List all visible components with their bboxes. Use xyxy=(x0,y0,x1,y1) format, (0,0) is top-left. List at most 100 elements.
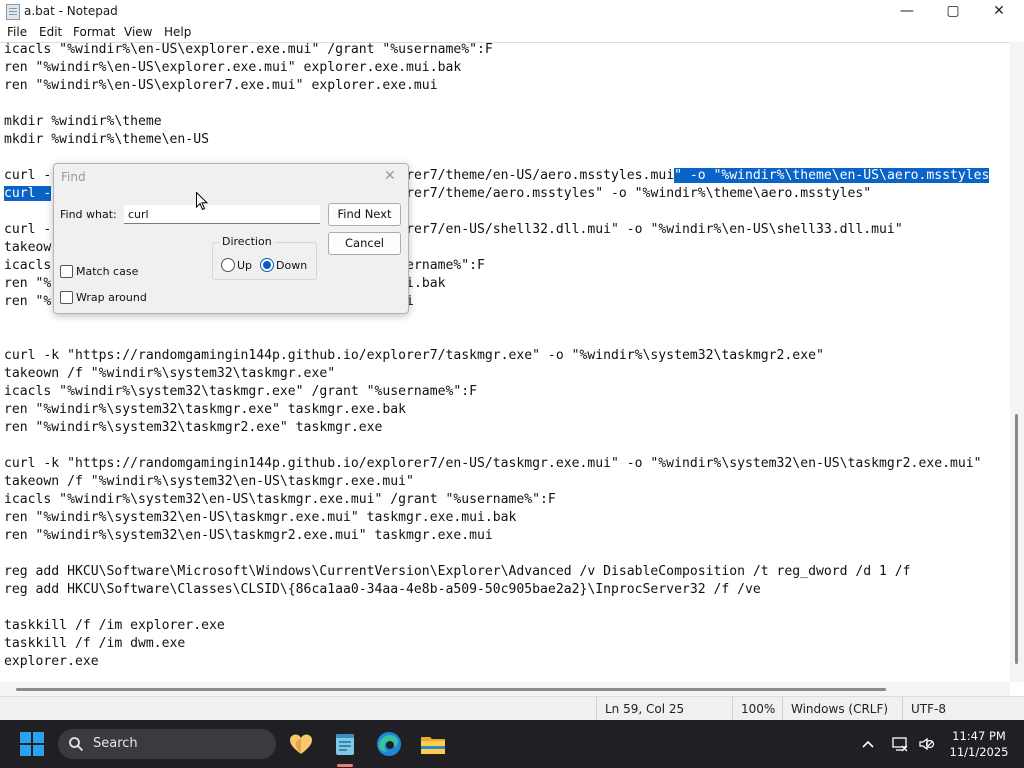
editor-line[interactable]: takeow xyxy=(4,239,51,257)
editor-line[interactable]: curl -k "https://randomgamingin144p.gith… xyxy=(4,347,824,365)
clock[interactable]: 11:47 PM 11/1/2025 xyxy=(946,728,1012,760)
editor-line[interactable]: takeown /f "%windir%\system32\taskmgr.ex… xyxy=(4,365,335,383)
line-text: icacls "%windir%\system32\taskmgr.exe" /… xyxy=(4,384,477,399)
line-text: icacls "%windir%\system32\en-US\taskmgr.… xyxy=(4,492,556,507)
line-text: ren "%windir%\system32\taskmgr2.exe" tas… xyxy=(4,420,383,435)
direction-down-radio[interactable] xyxy=(260,258,274,272)
find-what-label: Find what: xyxy=(60,208,117,221)
menu-format[interactable]: Format xyxy=(73,25,115,39)
line-text: reg add HKCU\Software\Microsoft\Windows\… xyxy=(4,564,911,579)
selected-text: " -o "%windir%\theme\en-US\aero.msstyles xyxy=(674,168,990,183)
notepad-icon[interactable] xyxy=(331,730,359,758)
wrap-around-checkbox[interactable] xyxy=(60,291,73,304)
network-icon[interactable] xyxy=(891,735,909,753)
line-text: ren "%windir%\system32\en-US\taskmgr2.ex… xyxy=(4,528,493,543)
line-text: ren "%windir%\en-US\explorer7.exe.mui" e… xyxy=(4,78,438,93)
edge-icon[interactable] xyxy=(375,730,403,758)
title-bar: a.bat - Notepad — ▢ ✕ xyxy=(0,0,1024,22)
line-text: icacls xyxy=(4,258,52,273)
menu-view[interactable]: View xyxy=(124,25,152,39)
editor-line[interactable]: ren "%windir%\system32\en-US\taskmgr2.ex… xyxy=(4,527,493,545)
taskbar: Search 11:47 PM 11/1/2025 xyxy=(0,720,1024,768)
line-text: mkdir %windir%\theme\en-US xyxy=(4,132,209,147)
notepad-app-icon xyxy=(6,4,20,20)
widgets-icon[interactable] xyxy=(287,730,315,758)
line-text: sername%":F xyxy=(398,258,485,273)
direction-up-radio[interactable] xyxy=(221,258,235,272)
menu-help[interactable]: Help xyxy=(164,25,191,39)
line-text: ren "% xyxy=(4,294,52,309)
line-text: reg add HKCU\Software\Classes\CLSID\{86c… xyxy=(4,582,761,597)
line-text: curl -k "https://randomgamingin144p.gith… xyxy=(4,456,982,471)
find-next-button[interactable]: Find Next xyxy=(328,203,401,226)
editor-line[interactable]: ren "%windir%\system32\taskmgr.exe" task… xyxy=(4,401,406,419)
line-text: ren "%windir%\en-US\explorer.exe.mui" ex… xyxy=(4,60,462,75)
editor-line[interactable]: ren "%windir%\en-US\explorer7.exe.mui" e… xyxy=(4,77,438,95)
find-dialog: Find ✕ Find what: Find Next Cancel Direc… xyxy=(53,163,409,314)
cancel-button[interactable]: Cancel xyxy=(328,232,401,255)
menu-file[interactable]: File xyxy=(7,25,27,39)
editor-line[interactable]: ren "%windir%\system32\en-US\taskmgr.exe… xyxy=(4,509,516,527)
zoom-level: 100% xyxy=(732,697,783,721)
editor-line[interactable]: icacls "%windir%\system32\en-US\taskmgr.… xyxy=(4,491,556,509)
status-bar: Ln 59, Col 25 100% Windows (CRLF) UTF-8 xyxy=(0,696,1024,721)
line-text: rer7/theme/en-US/aero.msstyles.mui xyxy=(406,168,675,183)
editor-line[interactable]: mkdir %windir%\theme xyxy=(4,113,162,131)
line-text: icacls "%windir%\en-US\explorer.exe.mui"… xyxy=(4,42,493,57)
selected-text: curl - xyxy=(4,186,52,201)
line-text: ren "%windir%\system32\en-US\taskmgr.exe… xyxy=(4,510,517,525)
search-icon xyxy=(69,737,84,752)
wrap-around-label: Wrap around xyxy=(76,291,147,304)
horizontal-scrollbar[interactable] xyxy=(0,682,1010,696)
find-dialog-close-button[interactable]: ✕ xyxy=(384,168,396,184)
editor-line[interactable]: explorer.exe xyxy=(4,653,99,671)
editor-line[interactable]: ren "%windir%\en-US\explorer.exe.mui" ex… xyxy=(4,59,461,77)
line-text: takeown /f "%windir%\system32\taskmgr.ex… xyxy=(4,366,336,381)
line-text: curl - xyxy=(4,222,52,237)
line-text: takeow xyxy=(4,240,52,255)
encoding: UTF-8 xyxy=(902,697,1011,721)
direction-label: Direction xyxy=(219,235,275,248)
line-text: ren "% xyxy=(4,276,52,291)
match-case-label: Match case xyxy=(76,265,139,278)
editor-line[interactable]: ren "%windir%\system32\taskmgr2.exe" tas… xyxy=(4,419,382,437)
minimize-button[interactable]: — xyxy=(884,0,930,22)
editor-line[interactable]: takeown /f "%windir%\system32\en-US\task… xyxy=(4,473,414,491)
start-icon[interactable] xyxy=(20,732,44,756)
horizontal-scroll-thumb[interactable] xyxy=(16,688,886,691)
chevron-up-icon[interactable] xyxy=(861,737,875,751)
menu-edit[interactable]: Edit xyxy=(39,25,62,39)
window-title: a.bat - Notepad xyxy=(24,4,118,18)
editor-line[interactable]: curl -k "https://randomgamingin144p.gith… xyxy=(4,455,982,473)
direction-down-label: Down xyxy=(276,259,308,272)
editor-line[interactable]: taskkill /f /im explorer.exe xyxy=(4,617,225,635)
editor-line[interactable]: mkdir %windir%\theme\en-US xyxy=(4,131,209,149)
line-text: explorer.exe xyxy=(4,654,99,669)
line-text: mkdir %windir%\theme xyxy=(4,114,162,129)
maximize-button[interactable]: ▢ xyxy=(930,0,976,22)
text-editor[interactable]: icacls "%windir%\en-US\explorer.exe.mui"… xyxy=(0,42,1010,683)
editor-line[interactable]: reg add HKCU\Software\Classes\CLSID\{86c… xyxy=(4,581,761,599)
editor-line[interactable]: taskkill /f /im dwm.exe xyxy=(4,635,185,653)
match-case-checkbox[interactable] xyxy=(60,265,73,278)
line-ending: Windows (CRLF) xyxy=(782,697,899,721)
line-text: taskkill /f /im explorer.exe xyxy=(4,618,225,633)
line-text: taskkill /f /im dwm.exe xyxy=(4,636,186,651)
search-label: Search xyxy=(93,736,138,751)
line-text: rer7/en-US/shell32.dll.mui" -o "%windir%… xyxy=(406,222,903,237)
file-explorer-icon[interactable] xyxy=(419,730,447,758)
editor-line[interactable]: reg add HKCU\Software\Microsoft\Windows\… xyxy=(4,563,911,581)
vertical-scroll-thumb[interactable] xyxy=(1015,414,1018,664)
close-button[interactable]: ✕ xyxy=(976,0,1022,22)
clock-date: 11/1/2025 xyxy=(949,745,1009,759)
vertical-scrollbar[interactable] xyxy=(1010,42,1024,682)
taskbar-search[interactable]: Search xyxy=(58,729,276,759)
find-what-input[interactable] xyxy=(124,205,320,224)
active-app-indicator xyxy=(337,764,353,767)
direction-up-label: Up xyxy=(237,259,253,272)
editor-line[interactable]: icacls "%windir%\system32\taskmgr.exe" /… xyxy=(4,383,477,401)
editor-line[interactable]: icacls "%windir%\en-US\explorer.exe.mui"… xyxy=(4,41,493,59)
volume-muted-icon[interactable] xyxy=(917,735,935,753)
line-text: curl - xyxy=(4,168,52,183)
mouse-cursor-icon xyxy=(196,192,208,211)
